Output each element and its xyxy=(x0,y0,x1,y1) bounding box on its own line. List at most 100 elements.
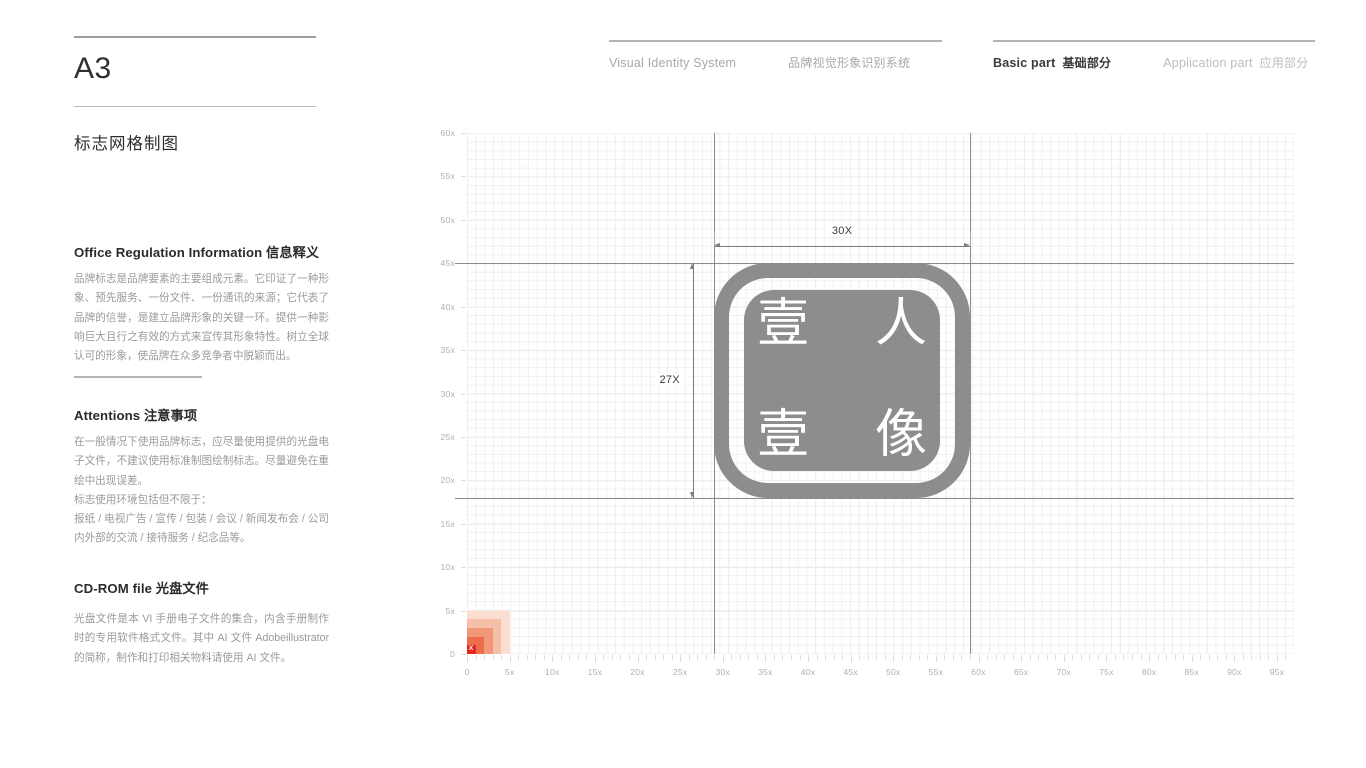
x-axis-tick xyxy=(1072,655,1074,660)
y-axis-tick xyxy=(461,306,466,308)
x-axis-tick xyxy=(833,655,835,660)
x-axis-tick xyxy=(628,655,630,660)
x-axis-tick xyxy=(1234,655,1236,662)
y-axis-tick-label: 5x xyxy=(445,605,455,616)
x-axis-tick xyxy=(688,655,690,660)
x-axis-tick xyxy=(978,655,980,662)
x-axis-tick xyxy=(535,655,537,660)
x-axis-tick xyxy=(1123,655,1125,660)
x-axis-tick xyxy=(526,655,528,660)
x-axis-tick xyxy=(1004,655,1006,660)
y-axis-tick xyxy=(461,176,466,178)
x-axis-tick-label: 75x xyxy=(1099,667,1114,677)
x-axis-tick xyxy=(501,655,503,660)
x-axis-tick xyxy=(961,655,963,660)
x-axis-tick xyxy=(952,655,954,660)
y-axis-tick xyxy=(461,567,466,569)
nav-tab-basic-part[interactable]: Basic part 基础部分 xyxy=(993,54,1111,71)
x-axis-tick xyxy=(1038,655,1040,660)
x-axis-tick xyxy=(816,655,818,660)
x-axis-tick xyxy=(731,655,733,660)
y-axis-tick-label: 10x xyxy=(440,562,455,573)
x-axis-tick xyxy=(1208,655,1210,660)
x-axis-tick xyxy=(518,655,520,660)
x-axis-tick xyxy=(884,655,886,660)
x-axis-tick xyxy=(586,655,588,660)
x-axis-tick xyxy=(654,655,656,660)
x-axis-tick xyxy=(1097,655,1099,660)
y-axis-tick-label: 40x xyxy=(440,301,455,312)
x-axis-tick xyxy=(1225,655,1227,660)
x-axis-tick-label: 80x xyxy=(1141,667,1157,677)
x-axis-tick xyxy=(808,655,810,662)
x-axis-tick xyxy=(765,655,767,662)
y-axis-tick-label: 15x xyxy=(440,518,455,529)
x-axis-tick-label: 60x xyxy=(971,667,986,677)
block-attentions-paragraph-1: 在一般情况下使用品牌标志，应尽量使用提供的光盘电子文件，不建议使用标准制图绘制标… xyxy=(74,436,329,487)
y-axis-tick xyxy=(461,436,466,438)
x-axis-tick-label: 20x xyxy=(630,667,645,677)
x-axis-tick xyxy=(603,655,605,660)
x-axis-tick xyxy=(1029,655,1031,660)
x-axis-tick xyxy=(722,655,724,662)
x-axis-tick xyxy=(1166,655,1168,660)
block-office-paragraph: 品牌标志是品牌要素的主要组成元素。它印证了一种形象、预先服务、一份文件、一份通讯… xyxy=(74,273,329,363)
x-axis-tick xyxy=(893,655,895,662)
x-axis-tick xyxy=(799,655,801,660)
x-axis-tick-label: 90x xyxy=(1227,667,1242,677)
x-axis-tick-label: 55x xyxy=(928,667,944,677)
x-axis-tick xyxy=(569,655,571,660)
y-axis-tick-label: 50x xyxy=(440,214,455,225)
x-axis-tick xyxy=(790,655,792,660)
y-axis-tick-label: 20x xyxy=(440,475,455,486)
x-axis-tick-label: 5x xyxy=(504,667,515,677)
x-axis-tick-label: 15x xyxy=(587,667,603,677)
x-axis-tick-label: 85x xyxy=(1184,667,1199,677)
nav-item-visual-identity-system[interactable]: Visual Identity System xyxy=(609,56,736,70)
x-axis-tick xyxy=(935,655,937,662)
block-office-regulation: Office Regulation Information 信息释义 品牌标志是… xyxy=(74,242,329,366)
x-axis-tick xyxy=(918,655,920,660)
x-axis-tick xyxy=(867,655,869,660)
x-axis-tick xyxy=(705,655,707,660)
x-axis-tick xyxy=(1106,655,1108,662)
x-axis-tick xyxy=(552,655,554,662)
title-rule-bottom xyxy=(74,106,316,107)
x-axis-tick xyxy=(611,655,613,660)
block-office-body: 品牌标志是品牌要素的主要组成元素。它印证了一种形象、预先服务、一份文件、一份通讯… xyxy=(74,270,329,366)
nav-tab-application-part[interactable]: Application part 应用部分 xyxy=(1163,54,1308,71)
left-column: A3 标志网格制图 Office Regulation Information … xyxy=(74,36,332,664)
x-axis-tick xyxy=(1055,655,1057,660)
y-axis-tick-label: 0 xyxy=(450,649,455,659)
x-axis-tick xyxy=(910,655,912,660)
x-axis-tick xyxy=(671,655,673,660)
x-axis-tick xyxy=(1132,655,1133,660)
nav-item-label-en: Visual Identity System xyxy=(609,56,737,70)
x-axis-tick xyxy=(1012,655,1014,660)
block-attentions: Attentions 注意事项 在一般情况下使用品牌标志，应尽量使用提供的光盘电… xyxy=(74,405,329,549)
x-axis-tick xyxy=(1157,655,1159,660)
x-axis-tick-label: 50x xyxy=(886,667,901,677)
x-axis-tick xyxy=(901,655,903,660)
x-axis-tick xyxy=(1242,655,1244,660)
x-axis-tick xyxy=(842,655,844,660)
block-cdrom-heading-en: CD-ROM file xyxy=(74,581,153,596)
nav-item-brand-vis-cn[interactable]: 品牌视觉形象识别系统 xyxy=(788,54,910,71)
y-axis-tick xyxy=(461,610,466,612)
x-axis-tick-label: 30x xyxy=(715,667,730,677)
title-rule-top xyxy=(74,36,316,38)
x-axis-tick-label: 65x xyxy=(1013,667,1029,677)
x-axis-tick xyxy=(1046,655,1048,660)
x-axis-tick xyxy=(995,655,997,660)
x-axis-tick xyxy=(577,655,579,660)
nav-group-visual-identity: Visual Identity System 品牌视觉形象识别系统 xyxy=(609,40,942,71)
y-axis-tick xyxy=(461,393,466,395)
x-axis-tick-label: 35x xyxy=(758,667,773,677)
block-cdrom-body: 光盘文件是本 VI 手册电子文件的集合，内含手册制作时的专用软件格式文件。其中 … xyxy=(74,610,329,668)
x-axis-tick xyxy=(1183,655,1185,660)
block-attentions-heading-cn: 注意事项 xyxy=(143,408,198,423)
block-cdrom-heading-cn: 光盘文件 xyxy=(155,581,209,596)
x-axis-tick xyxy=(1149,655,1151,662)
y-axis-tick xyxy=(461,133,466,134)
y-axis-tick xyxy=(461,654,466,655)
